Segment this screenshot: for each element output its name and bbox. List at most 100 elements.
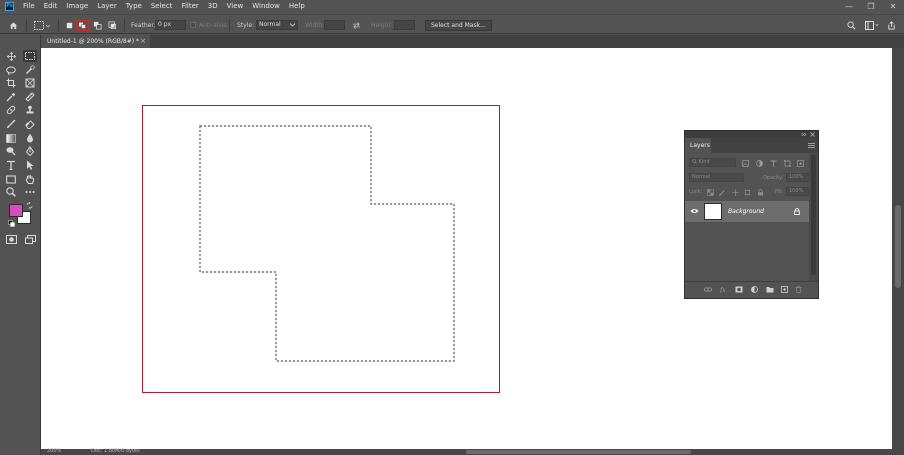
menu-filter[interactable]: Filter xyxy=(181,0,198,13)
menu-3d[interactable]: 3D xyxy=(208,0,218,13)
horizontal-scroll-thumb[interactable] xyxy=(466,450,691,454)
width-input[interactable] xyxy=(324,20,345,30)
dodge-tool[interactable] xyxy=(4,145,18,157)
edit-toolbar-button[interactable] xyxy=(23,186,37,198)
crop-tool[interactable] xyxy=(4,77,18,89)
default-colors-icon[interactable] xyxy=(8,220,15,227)
close-window-button[interactable]: ✕ xyxy=(882,0,904,13)
filter-pixel-icon[interactable] xyxy=(742,160,749,167)
rectangular-marquee-tool[interactable] xyxy=(23,50,37,62)
eyedropper-tool[interactable] xyxy=(4,91,18,103)
filter-smart-object-icon[interactable] xyxy=(797,160,804,167)
new-layer-icon[interactable] xyxy=(781,286,788,293)
document-tab[interactable]: Untitled-1 @ 200% (RGB/8#) * × xyxy=(41,35,150,48)
kind-filter-select[interactable]: Kind xyxy=(689,158,736,167)
tool-preset-picker[interactable] xyxy=(34,15,50,35)
document-info[interactable]: Doc: 1.80M/0 bytes xyxy=(91,448,140,454)
type-tool[interactable] xyxy=(4,159,18,171)
menu-edit[interactable]: Edit xyxy=(44,0,58,13)
menu-file[interactable]: File xyxy=(23,0,35,13)
move-tool[interactable] xyxy=(4,50,18,62)
layer-name[interactable]: Background xyxy=(728,201,764,222)
path-selection-tool[interactable] xyxy=(23,159,37,171)
frame-tool[interactable] xyxy=(23,77,37,89)
clone-stamp-tool[interactable] xyxy=(23,104,37,116)
filter-shape-icon[interactable] xyxy=(784,160,791,167)
add-mask-icon[interactable] xyxy=(735,286,743,293)
foreground-color-swatch[interactable] xyxy=(9,204,23,217)
delete-layer-icon[interactable] xyxy=(795,286,802,293)
feather-input[interactable]: 0 px xyxy=(155,20,186,30)
intersect-selection-button[interactable] xyxy=(108,15,117,35)
brush-tool[interactable] xyxy=(4,118,18,130)
swap-colors-icon[interactable] xyxy=(26,202,33,209)
blur-icon xyxy=(26,133,34,143)
workspace-button[interactable] xyxy=(865,15,879,35)
lock-position-icon[interactable] xyxy=(732,189,739,196)
quick-selection-tool[interactable] xyxy=(23,64,37,76)
adjustment-layer-icon[interactable] xyxy=(751,286,758,293)
lasso-tool[interactable] xyxy=(4,64,18,76)
lock-transparent-pixels-icon[interactable] xyxy=(707,189,714,196)
eraser-tool[interactable] xyxy=(23,118,37,130)
home-button[interactable] xyxy=(9,15,18,35)
menu-window[interactable]: Window xyxy=(252,0,280,13)
vertical-scrollbar[interactable] xyxy=(892,48,904,449)
lock-image-pixels-icon[interactable] xyxy=(719,189,726,196)
restore-button[interactable]: ❐ xyxy=(860,0,882,13)
panel-menu-icon[interactable] xyxy=(808,143,815,148)
search-button[interactable] xyxy=(847,15,856,35)
menu-layer[interactable]: Layer xyxy=(97,0,117,13)
rectangle-tool[interactable] xyxy=(4,173,18,185)
tools-panel xyxy=(0,35,41,455)
layers-scroll-thumb[interactable] xyxy=(811,155,816,275)
swap-width-height-button[interactable] xyxy=(352,15,361,35)
lock-artboard-icon[interactable] xyxy=(744,189,751,196)
layers-scrollbar[interactable] xyxy=(809,153,818,281)
screen-mode-button[interactable] xyxy=(23,233,37,245)
layer-style-fx-icon[interactable]: fx xyxy=(720,286,727,293)
antialias-checkbox[interactable] xyxy=(190,22,196,28)
close-tab-icon[interactable]: × xyxy=(140,35,146,48)
layer-row-background[interactable]: Background xyxy=(685,201,809,222)
zoom-level[interactable]: 200% xyxy=(47,448,61,454)
height-input[interactable] xyxy=(394,20,415,30)
close-panel-icon[interactable] xyxy=(810,132,815,137)
pen-tool[interactable] xyxy=(23,145,37,157)
menu-image[interactable]: Image xyxy=(66,0,88,13)
blur-tool[interactable] xyxy=(23,132,37,144)
subtract-from-selection-button[interactable] xyxy=(93,15,102,35)
gradient-tool[interactable] xyxy=(4,132,18,144)
share-button[interactable] xyxy=(887,15,896,35)
workspace-icon xyxy=(865,20,879,30)
menu-select[interactable]: Select xyxy=(151,0,173,13)
marching-ants-selection[interactable] xyxy=(199,125,455,362)
spot-healing-tool[interactable] xyxy=(4,104,18,116)
new-selection-button[interactable] xyxy=(65,15,74,35)
blend-mode-select[interactable]: Normal xyxy=(689,173,744,182)
quick-mask-button[interactable] xyxy=(4,233,18,245)
lock-row: Lock: Fill: 100% xyxy=(685,186,818,198)
vertical-scroll-thumb[interactable] xyxy=(895,205,901,288)
menu-help[interactable]: Help xyxy=(289,0,305,13)
link-layers-icon[interactable] xyxy=(704,287,712,292)
filter-type-icon[interactable] xyxy=(770,160,777,167)
minimize-button[interactable]: — xyxy=(838,0,860,13)
new-group-icon[interactable] xyxy=(766,286,774,293)
menu-type[interactable]: Type xyxy=(126,0,142,13)
home-icon xyxy=(9,21,18,29)
layers-panel-titlebar[interactable] xyxy=(685,131,818,138)
menu-view[interactable]: View xyxy=(227,0,244,13)
lock-all-icon[interactable] xyxy=(757,189,764,196)
hand-tool[interactable] xyxy=(23,173,37,185)
filter-adjustment-icon[interactable] xyxy=(756,160,763,167)
add-to-selection-button[interactable] xyxy=(76,15,89,35)
collapse-panel-icon[interactable] xyxy=(801,132,807,137)
blend-mode-row: Normal Opacity: 100% xyxy=(685,172,818,184)
zoom-tool[interactable] xyxy=(4,186,18,198)
select-and-mask-button[interactable]: Select and Mask... xyxy=(425,19,492,31)
ruler-tool[interactable] xyxy=(23,91,37,103)
visibility-eye-icon[interactable] xyxy=(690,208,699,214)
style-select[interactable]: Normal xyxy=(256,20,298,30)
tab-layers[interactable]: Layers xyxy=(685,138,711,153)
